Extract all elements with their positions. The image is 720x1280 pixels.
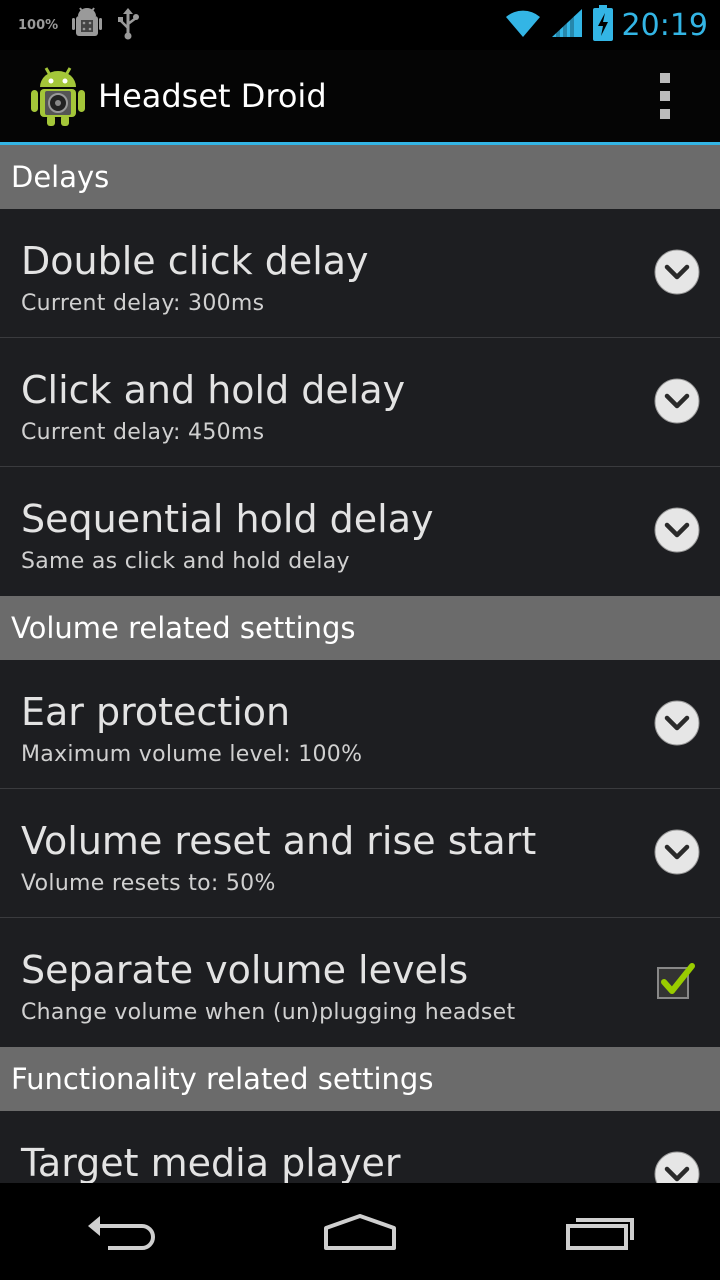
dropdown-chevron-icon[interactable] <box>654 378 700 424</box>
pref-summary: Change volume when (un)plugging headset <box>21 1000 516 1025</box>
status-bar: 100% 20:19 <box>0 0 720 50</box>
checkbox-checked[interactable] <box>654 958 700 1004</box>
pref-title: Target media player <box>21 1141 401 1183</box>
preference-list[interactable]: Delays Double click delay Current delay:… <box>0 145 720 1183</box>
dropdown-chevron-icon[interactable] <box>654 700 700 746</box>
dropdown-chevron-icon[interactable] <box>654 1151 700 1183</box>
headset-droid-icon[interactable] <box>30 65 86 127</box>
section-header-volume: Volume related settings <box>0 596 720 660</box>
signal-icon <box>550 7 584 43</box>
wifi-icon <box>504 7 542 43</box>
pref-title: Click and hold delay <box>21 368 406 412</box>
section-header-functionality: Functionality related settings <box>0 1047 720 1111</box>
battery-percent: 100% <box>18 17 59 33</box>
pref-double-click-delay[interactable]: Double click delay Current delay: 300ms <box>0 209 720 338</box>
pref-summary: Same as click and hold delay <box>21 549 350 574</box>
pref-summary: Maximum volume level: 100% <box>21 742 363 767</box>
pref-title: Double click delay <box>21 239 369 283</box>
pref-title: Separate volume levels <box>21 948 469 992</box>
pref-sequential-hold-delay[interactable]: Sequential hold delay Same as click and … <box>0 467 720 596</box>
overflow-menu-icon[interactable] <box>650 71 680 121</box>
dropdown-chevron-icon[interactable] <box>654 249 700 295</box>
pref-title: Sequential hold delay <box>21 497 434 541</box>
action-bar: Headset Droid <box>0 50 720 145</box>
android-debug-icon <box>72 6 103 44</box>
dropdown-chevron-icon[interactable] <box>654 829 700 875</box>
recent-apps-icon[interactable] <box>545 1197 655 1267</box>
battery-charging-icon <box>592 5 614 45</box>
pref-summary: Current delay: 300ms <box>21 291 265 316</box>
pref-volume-reset-and-rise-start[interactable]: Volume reset and rise start Volume reset… <box>0 789 720 918</box>
section-header-delays: Delays <box>0 145 720 209</box>
pref-ear-protection[interactable]: Ear protection Maximum volume level: 100… <box>0 660 720 789</box>
home-icon[interactable] <box>305 1197 415 1267</box>
navigation-bar <box>0 1183 720 1280</box>
pref-click-and-hold-delay[interactable]: Click and hold delay Current delay: 450m… <box>0 338 720 467</box>
app-title: Headset Droid <box>98 77 327 115</box>
usb-icon <box>116 6 140 44</box>
pref-title: Volume reset and rise start <box>21 819 537 863</box>
pref-separate-volume-levels[interactable]: Separate volume levels Change volume whe… <box>0 918 720 1047</box>
status-time: 20:19 <box>621 7 708 43</box>
pref-summary: Current delay: 450ms <box>21 420 265 445</box>
pref-title: Ear protection <box>21 690 291 734</box>
pref-target-media-player[interactable]: Target media player <box>0 1111 720 1183</box>
dropdown-chevron-icon[interactable] <box>654 507 700 553</box>
pref-summary: Volume resets to: 50% <box>21 871 276 896</box>
back-icon[interactable] <box>65 1197 175 1267</box>
